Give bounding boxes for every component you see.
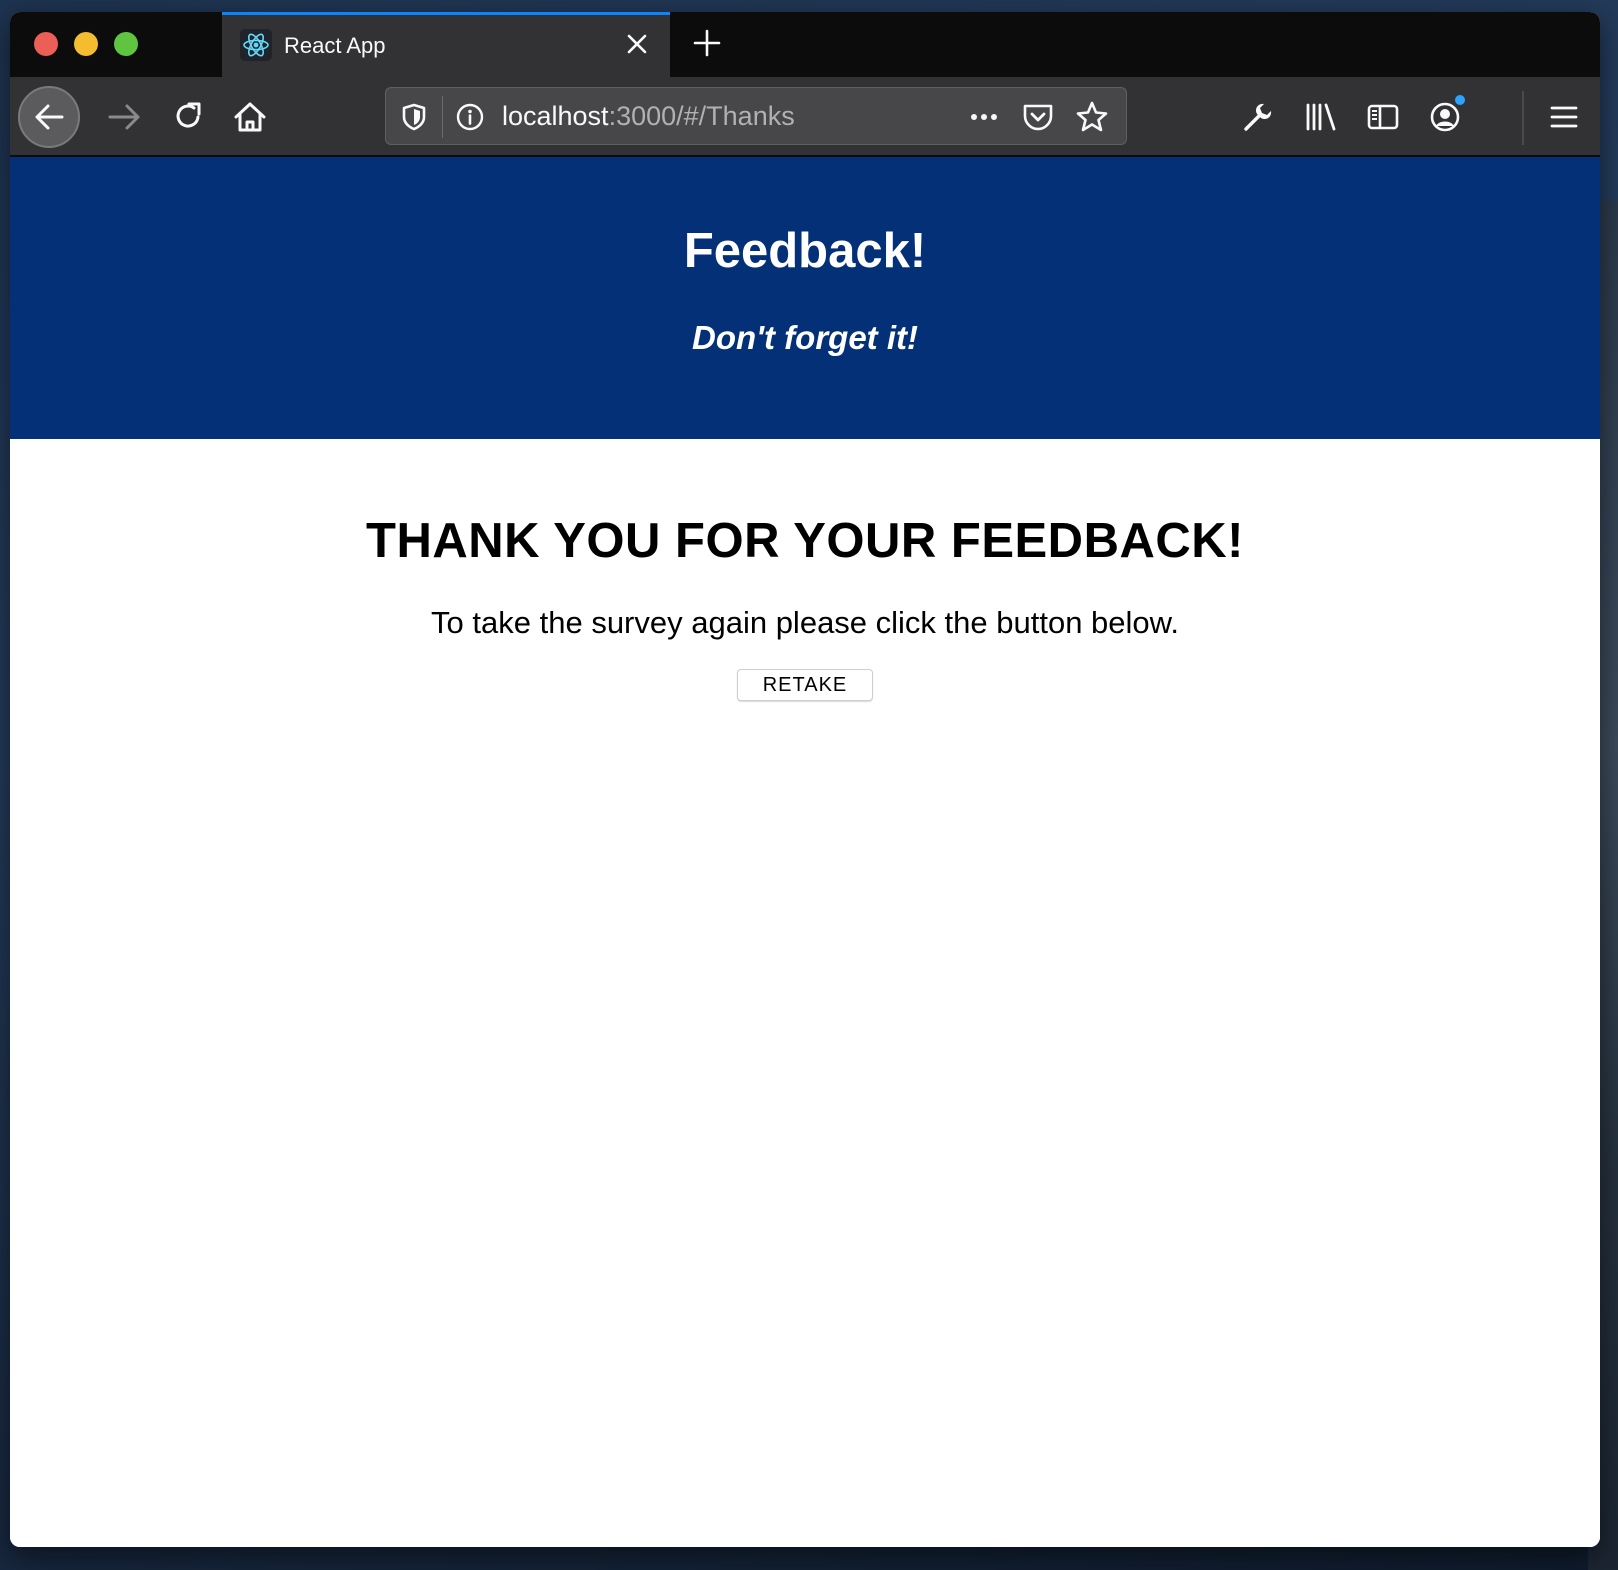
window-close-button[interactable] — [34, 32, 58, 56]
url-bar[interactable]: localhost:3000/#/Thanks — [385, 87, 1127, 145]
url-path: :3000/#/Thanks — [608, 101, 795, 131]
page-actions-menu-icon[interactable] — [962, 95, 1006, 139]
tab-react-app[interactable]: React App — [222, 12, 670, 77]
new-tab-icon[interactable] — [690, 26, 724, 60]
header-subtitle: Don't forget it! — [692, 319, 918, 356]
retake-instructions: To take the survey again please click th… — [431, 605, 1179, 640]
page-viewport: Feedback! Don't forget it! THANK YOU FOR… — [10, 157, 1600, 1547]
retake-button[interactable]: RETAKE — [737, 669, 873, 701]
forward-arrow-icon[interactable] — [103, 95, 147, 139]
url-bar-divider — [442, 96, 443, 138]
back-button[interactable] — [18, 86, 80, 148]
wrench-icon[interactable] — [1236, 95, 1280, 139]
tab-strip: React App — [10, 12, 1600, 77]
reload-icon[interactable] — [166, 95, 210, 139]
url-host: localhost — [502, 101, 609, 131]
browser-window: React App localhost:3000/#/Thanks Feedba… — [10, 12, 1600, 1547]
home-icon[interactable] — [228, 95, 272, 139]
close-tab-icon[interactable] — [622, 29, 652, 59]
sidebar-icon[interactable] — [1361, 95, 1405, 139]
tab-title: React App — [284, 33, 386, 58]
pocket-icon[interactable] — [1016, 95, 1060, 139]
thank-you-heading: THANK YOU FOR YOUR FEEDBACK! — [366, 514, 1244, 568]
notification-badge — [1455, 95, 1465, 105]
header-title: Feedback! — [683, 224, 927, 278]
page-header-banner: Feedback! Don't forget it! — [10, 157, 1600, 439]
toolbar-separator — [1522, 91, 1524, 145]
window-maximize-button[interactable] — [114, 32, 138, 56]
bookmark-star-icon[interactable] — [1070, 95, 1114, 139]
tracking-protection-shield-icon[interactable] — [392, 95, 436, 139]
hamburger-menu-icon[interactable] — [1542, 95, 1586, 139]
library-icon[interactable] — [1299, 95, 1343, 139]
nav-toolbar: localhost:3000/#/Thanks — [10, 77, 1600, 157]
site-info-icon[interactable] — [448, 95, 492, 139]
window-minimize-button[interactable] — [74, 32, 98, 56]
url-text[interactable]: localhost:3000/#/Thanks — [502, 101, 795, 132]
react-logo-icon — [240, 29, 272, 61]
